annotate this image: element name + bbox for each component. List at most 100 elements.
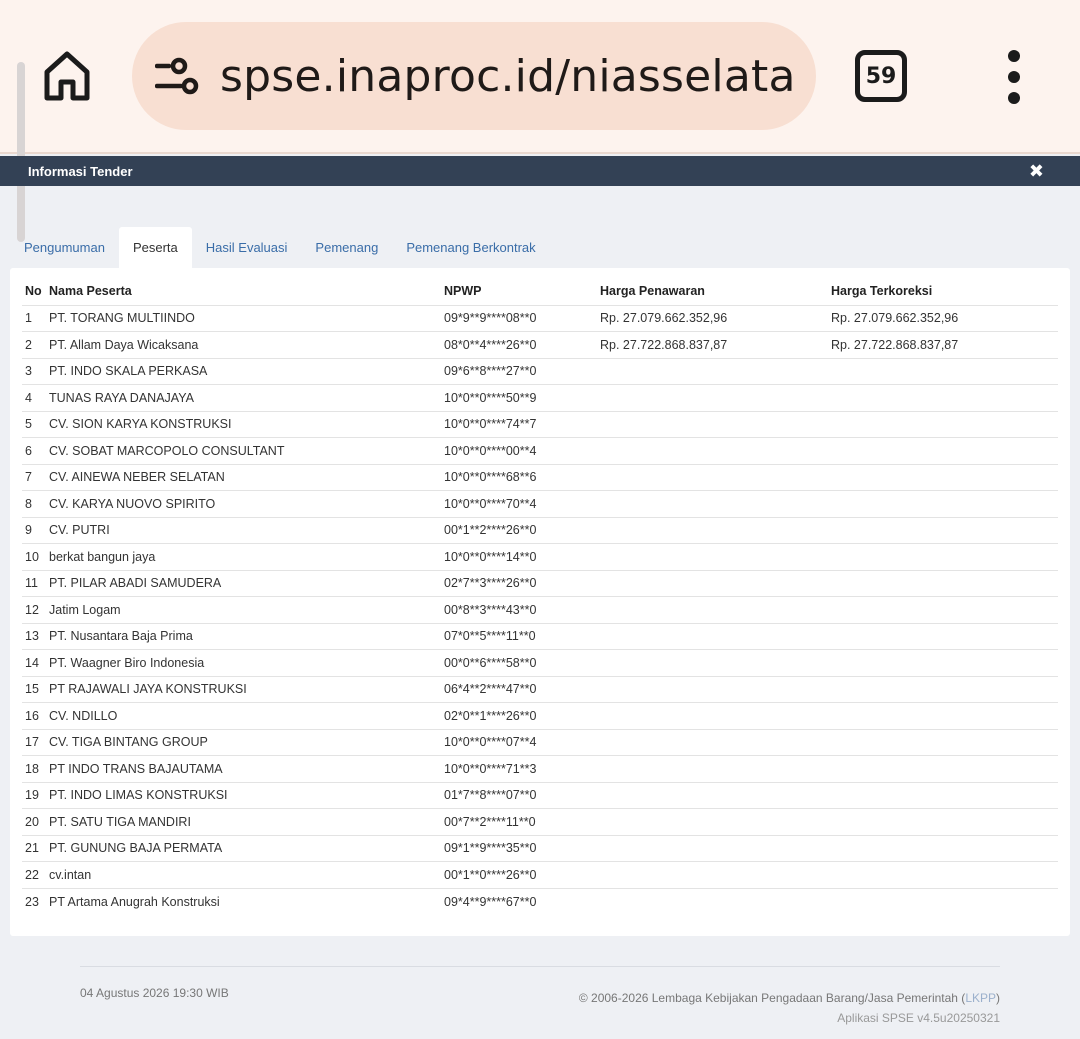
cell-npwp: 09*6**8****27**0	[441, 358, 597, 385]
cell-harga-terkoreksi	[828, 384, 1058, 412]
cell-harga-terkoreksi	[828, 676, 1058, 703]
cell-harga-penawaran	[597, 464, 828, 491]
cell-harga-penawaran	[597, 517, 828, 544]
site-info-button[interactable]	[154, 53, 200, 99]
tab-pemenang[interactable]: Pemenang	[301, 227, 392, 268]
modal-title: Informasi Tender	[28, 163, 133, 179]
footer-divider	[80, 966, 1000, 967]
table-row: 7 CV. AINEWA NEBER SELATAN 10*0**0****68**…	[22, 464, 1058, 491]
cell-npwp: 00*7**2****11**0	[441, 808, 597, 836]
cell-no: 10	[22, 543, 46, 571]
tab-count: 59	[865, 63, 897, 89]
tune-icon	[155, 57, 199, 95]
cell-nama: CV. NDILLO	[46, 702, 441, 730]
cell-nama: PT INDO TRANS BAJAUTAMA	[46, 755, 441, 783]
table-row: 20 PT. SATU TIGA MANDIRI 00*7**2****11**0	[22, 808, 1058, 836]
cell-harga-terkoreksi	[828, 358, 1058, 385]
cell-harga-terkoreksi	[828, 596, 1058, 624]
cell-npwp: 00*1**0****26**0	[441, 861, 597, 889]
cell-harga-penawaran	[597, 808, 828, 836]
table-row: 16 CV. NDILLO 02*0**1****26**0	[22, 702, 1058, 730]
header-no: No	[22, 278, 46, 306]
cell-nama: berkat bangun jaya	[46, 543, 441, 571]
cell-harga-terkoreksi	[828, 782, 1058, 809]
cell-harga-terkoreksi	[828, 861, 1058, 889]
cell-no: 21	[22, 835, 46, 862]
cell-npwp: 10*0**0****14**0	[441, 543, 597, 571]
cell-npwp: 02*0**1****26**0	[441, 702, 597, 730]
more-vert-icon[interactable]	[1002, 50, 1026, 104]
table-header-row: No Nama Peserta NPWP Harga Penawaran Har…	[22, 278, 1058, 306]
close-icon[interactable]: ✖	[1029, 161, 1044, 181]
table-row: 3 PT. INDO SKALA PERKASA 09*6**8****27**0	[22, 358, 1058, 385]
address-bar[interactable]: spse.inaproc.id/niasselatanka	[132, 22, 816, 130]
cell-harga-penawaran	[597, 729, 828, 756]
url-text[interactable]: spse.inaproc.id/niasselatanka	[220, 51, 794, 102]
cell-npwp: 10*0**0****70**4	[441, 490, 597, 518]
cell-harga-penawaran	[597, 861, 828, 889]
cell-npwp: 06*4**2****47**0	[441, 676, 597, 703]
cell-nama: CV. PUTRI	[46, 517, 441, 544]
cell-harga-penawaran	[597, 490, 828, 518]
cell-nama: PT. Waagner Biro Indonesia	[46, 649, 441, 677]
table-row: 17 CV. TIGA BINTANG GROUP 10*0**0****07**4	[22, 729, 1058, 756]
cell-no: 19	[22, 782, 46, 809]
cell-harga-terkoreksi	[828, 570, 1058, 597]
tab-pemenang-berkontrak[interactable]: Pemenang Berkontrak	[392, 227, 549, 268]
cell-harga-penawaran	[597, 384, 828, 412]
copyright-prefix: © 2006-2026 Lembaga Kebijakan Pengadaan …	[578, 991, 966, 1005]
home-button[interactable]	[40, 48, 94, 104]
table-row: 14 PT. Waagner Biro Indonesia 00*0**6****5…	[22, 649, 1058, 677]
lkpp-link[interactable]: LKPP	[965, 991, 996, 1005]
cell-no: 7	[22, 464, 46, 491]
cell-no: 9	[22, 517, 46, 544]
cell-no: 22	[22, 861, 46, 889]
cell-nama: PT RAJAWALI JAYA KONSTRUKSI	[46, 676, 441, 703]
cell-nama: PT. TORANG MULTIINDO	[46, 305, 441, 332]
cell-nama: PT. INDO SKALA PERKASA	[46, 358, 441, 385]
table-row: 13 PT. Nusantara Baja Prima 07*0**5****11*…	[22, 623, 1058, 650]
scrollbar[interactable]	[17, 62, 25, 242]
cell-no: 8	[22, 490, 46, 518]
cell-no: 5	[22, 411, 46, 438]
cell-nama: CV. KARYA NUOVO SPIRITO	[46, 490, 441, 518]
cell-npwp: 10*0**0****00**4	[441, 437, 597, 465]
header-harga-penawaran: Harga Penawaran	[597, 278, 828, 306]
cell-nama: CV. SION KARYA KONSTRUKSI	[46, 411, 441, 438]
cell-harga-penawaran	[597, 543, 828, 571]
table-row: 1 PT. TORANG MULTIINDO 09*9**9****08**0 Rp.…	[22, 305, 1058, 332]
peserta-panel: No Nama Peserta NPWP Harga Penawaran Har…	[10, 268, 1070, 936]
cell-harga-penawaran	[597, 782, 828, 809]
tab-pengumuman[interactable]: Pengumuman	[10, 227, 119, 268]
cell-harga-terkoreksi	[828, 411, 1058, 438]
cell-nama: PT. Allam Daya Wicaksana	[46, 331, 441, 359]
table-row: 21 PT. GUNUNG BAJA PERMATA 09*1**9****35**…	[22, 835, 1058, 862]
tab-switcher-button[interactable]: 59	[855, 50, 907, 102]
footer-timestamp: 04 Agustus 2026 19:30 WIB	[80, 986, 229, 1000]
cell-harga-terkoreksi	[828, 464, 1058, 491]
table-row: 4 TUNAS RAYA DANAJAYA 10*0**0****50**9	[22, 384, 1058, 412]
header-nama-peserta: Nama Peserta	[46, 278, 441, 306]
table-row: 10 berkat bangun jaya 10*0**0****14**0	[22, 543, 1058, 571]
cell-harga-terkoreksi: Rp. 27.079.662.352,96	[828, 305, 1058, 332]
cell-npwp: 09*1**9****35**0	[441, 835, 597, 862]
cell-nama: PT. Nusantara Baja Prima	[46, 623, 441, 650]
tab-peserta[interactable]: Peserta	[118, 227, 192, 268]
table-row: 5 CV. SION KARYA KONSTRUKSI 10*0**0****74*…	[22, 411, 1058, 438]
tab-hasil-evaluasi[interactable]: Hasil Evaluasi	[192, 227, 302, 268]
table-row: 2 PT. Allam Daya Wicaksana 08*0**4****26**…	[22, 331, 1058, 359]
cell-harga-penawaran	[597, 623, 828, 650]
header-npwp: NPWP	[441, 278, 597, 306]
footer-version: Aplikasi SPSE v4.5u20250321	[837, 1011, 1000, 1025]
table-row: 8 CV. KARYA NUOVO SPIRITO 10*0**0****70**4	[22, 490, 1058, 518]
cell-no: 18	[22, 755, 46, 783]
cell-npwp: 10*0**0****71**3	[441, 755, 597, 783]
cell-nama: PT. SATU TIGA MANDIRI	[46, 808, 441, 836]
cell-no: 2	[22, 331, 46, 359]
cell-npwp: 10*0**0****50**9	[441, 384, 597, 412]
cell-harga-penawaran	[597, 596, 828, 624]
cell-npwp: 10*0**0****74**7	[441, 411, 597, 438]
cell-no: 13	[22, 623, 46, 650]
cell-harga-terkoreksi	[828, 623, 1058, 650]
cell-harga-terkoreksi	[828, 543, 1058, 571]
